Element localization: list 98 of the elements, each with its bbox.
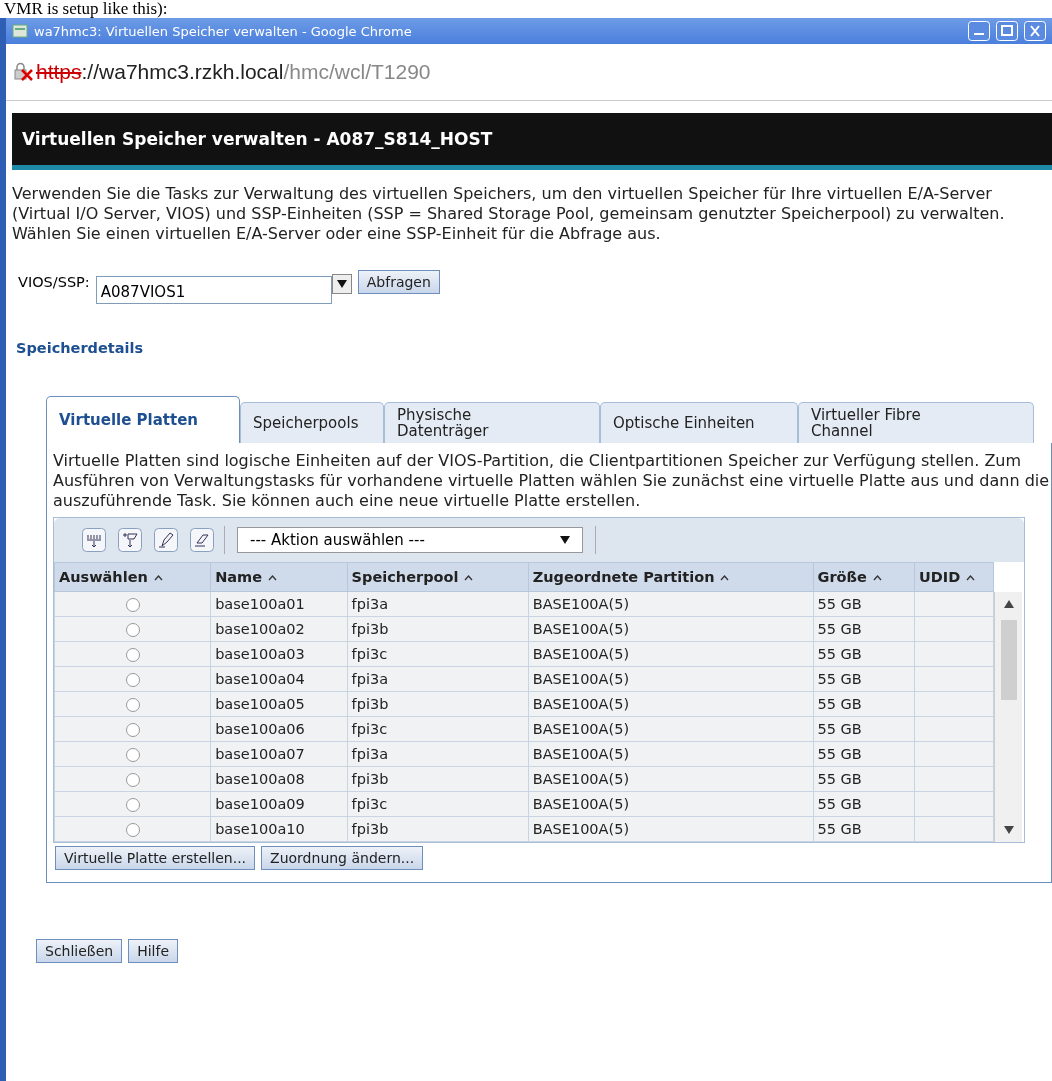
table-cell: base100a08 — [210, 766, 348, 792]
table-cell: base100a05 — [210, 691, 348, 717]
table-cell: base100a09 — [210, 791, 348, 817]
insecure-lock-icon — [12, 62, 34, 82]
table-cell: base100a07 — [210, 741, 348, 767]
table-cell: 55 GB — [813, 616, 915, 642]
table-cell: BASE100A(5) — [528, 666, 814, 692]
dropdown-button[interactable] — [331, 274, 352, 294]
close-icon[interactable] — [1024, 21, 1046, 41]
row-radio[interactable] — [125, 648, 140, 662]
scroll-up-icon[interactable] — [1003, 600, 1014, 608]
row-radio[interactable] — [125, 773, 140, 787]
tab[interactable]: Physische Datenträger — [384, 402, 600, 443]
row-radio[interactable] — [125, 723, 140, 737]
table-cell: base100a01 — [210, 591, 348, 617]
vios-label: VIOS/SSP: — [18, 274, 90, 290]
table-cell: fpi3c — [347, 641, 529, 667]
table-cell: BASE100A(5) — [528, 591, 814, 617]
query-button[interactable]: Abfragen — [357, 270, 440, 294]
table-cell: base100a04 — [210, 666, 348, 692]
caret-icon — [560, 536, 570, 544]
table-cell: base100a06 — [210, 716, 348, 742]
filter-icon[interactable] — [118, 528, 142, 552]
table-cell: fpi3c — [347, 791, 529, 817]
sort-caret-icon[interactable] — [153, 575, 163, 581]
table-cell: BASE100A(5) — [528, 816, 814, 842]
table-cell: fpi3b — [347, 766, 529, 792]
column-header[interactable]: Größe — [813, 562, 915, 592]
table-cell: 55 GB — [813, 741, 915, 767]
minimize-icon[interactable] — [968, 21, 990, 41]
section-heading: Speicherdetails — [16, 340, 145, 356]
footer-button[interactable]: Hilfe — [128, 939, 178, 963]
table-cell: BASE100A(5) — [528, 641, 814, 667]
pencil-icon[interactable] — [154, 528, 178, 552]
table-cell: 55 GB — [813, 641, 915, 667]
table-cell: 55 GB — [813, 766, 915, 792]
intro-text: Verwenden Sie die Tasks zur Verwaltung des virtuellen Speichers, um den virtuellen Speicher für Ihre virtuellen E/A-Server (Virtual I/O Server, VIOS) und SSP-Einheiten (SSP = Shared Storage Pool, gemeinsam genutzter Speicherpool) zu verwalten. Wählen Sie einen virtuellen E/A-Server oder eine SSP-Einheit für die Abfrage aus. — [12, 184, 1006, 244]
table-cell: BASE100A(5) — [528, 691, 814, 717]
row-radio[interactable] — [125, 798, 140, 812]
table-action-button[interactable]: Virtuelle Platte erstellen... — [55, 846, 256, 870]
sort-caret-icon[interactable] — [268, 575, 278, 581]
row-radio[interactable] — [125, 823, 140, 837]
table-cell: base100a03 — [210, 641, 348, 667]
table-cell: 55 GB — [813, 691, 915, 717]
column-header[interactable]: Auswählen — [54, 562, 211, 592]
sort-caret-icon[interactable] — [464, 575, 474, 581]
vios-input-field[interactable]: A087VIOS1 — [95, 276, 332, 304]
tab[interactable]: Virtuelle Platten — [46, 396, 240, 443]
caption-text: VMR is setup like this): — [3, 0, 169, 18]
column-header[interactable]: Name — [210, 562, 348, 592]
column-header[interactable]: Speicherpool — [347, 562, 529, 592]
table-cell: 55 GB — [813, 716, 915, 742]
table-cell: fpi3b — [347, 816, 529, 842]
tab-description: Virtuelle Platten sind logische Einheiten auf der VIOS-Partition, die Clientpartitionen Speicher zur Verfügung stellen. Zum Ausführen von Verwaltungstasks für vorhandene virtuelle Platten wählen Sie zunächst eine virtuelle Platte aus und dann die auszuführende Task. Sie können auch eine neue virtuelle Platte erstellen. — [53, 451, 1051, 511]
window-title: wa7hmc3: Virtuellen Speicher verwalten - Google Chrome — [34, 23, 413, 39]
table-cell: base100a10 — [210, 816, 348, 842]
table-cell: fpi3a — [347, 741, 529, 767]
table-cell: 55 GB — [813, 666, 915, 692]
caret-icon — [336, 280, 347, 288]
table-cell: BASE100A(5) — [528, 716, 814, 742]
window-app-icon — [12, 23, 28, 39]
maximize-icon[interactable] — [996, 21, 1018, 41]
scrollbar[interactable] — [994, 592, 1022, 842]
table-cell: 55 GB — [813, 791, 915, 817]
table-cell: base100a02 — [210, 616, 348, 642]
row-radio[interactable] — [125, 748, 140, 762]
tab[interactable]: Optische Einheiten — [600, 402, 798, 443]
column-header[interactable]: Zugeordnete Partition — [528, 562, 814, 592]
row-radio[interactable] — [125, 673, 140, 687]
table-cell: fpi3b — [347, 691, 529, 717]
column-header[interactable]: UDID — [914, 562, 994, 592]
table-cell: BASE100A(5) — [528, 741, 814, 767]
table-cell: BASE100A(5) — [528, 791, 814, 817]
table-cell: 55 GB — [813, 591, 915, 617]
select-all-icon[interactable] — [82, 528, 106, 552]
sort-caret-icon[interactable] — [720, 575, 730, 581]
table-cell: fpi3c — [347, 716, 529, 742]
table-cell: BASE100A(5) — [528, 766, 814, 792]
table-cell: fpi3a — [347, 666, 529, 692]
url-text[interactable]: https://wa7hmc3.rzkh.local/hmc/wcl/T1290 — [36, 60, 431, 84]
sort-caret-icon[interactable] — [872, 575, 882, 581]
table-action-button[interactable]: Zuordnung ändern... — [261, 846, 424, 870]
scroll-down-icon[interactable] — [1003, 826, 1014, 834]
eraser-icon[interactable] — [190, 528, 214, 552]
sort-caret-icon[interactable] — [966, 575, 976, 581]
row-radio[interactable] — [125, 698, 140, 712]
action-select[interactable]: --- Aktion auswählen --- — [237, 527, 583, 553]
table-cell: BASE100A(5) — [528, 616, 814, 642]
scroll-thumb[interactable] — [1000, 620, 1017, 700]
page-header: Virtuellen Speicher verwalten - A087_S814_HOST — [12, 113, 1052, 170]
table-cell: fpi3a — [347, 591, 529, 617]
table-cell: 55 GB — [813, 816, 915, 842]
table-cell: fpi3b — [347, 616, 529, 642]
row-radio[interactable] — [125, 598, 140, 612]
row-radio[interactable] — [125, 623, 140, 637]
footer-button[interactable]: Schließen — [36, 939, 123, 963]
tab[interactable]: Speicherpools — [240, 402, 384, 443]
tab[interactable]: Virtueller Fibre Channel — [798, 402, 1034, 443]
